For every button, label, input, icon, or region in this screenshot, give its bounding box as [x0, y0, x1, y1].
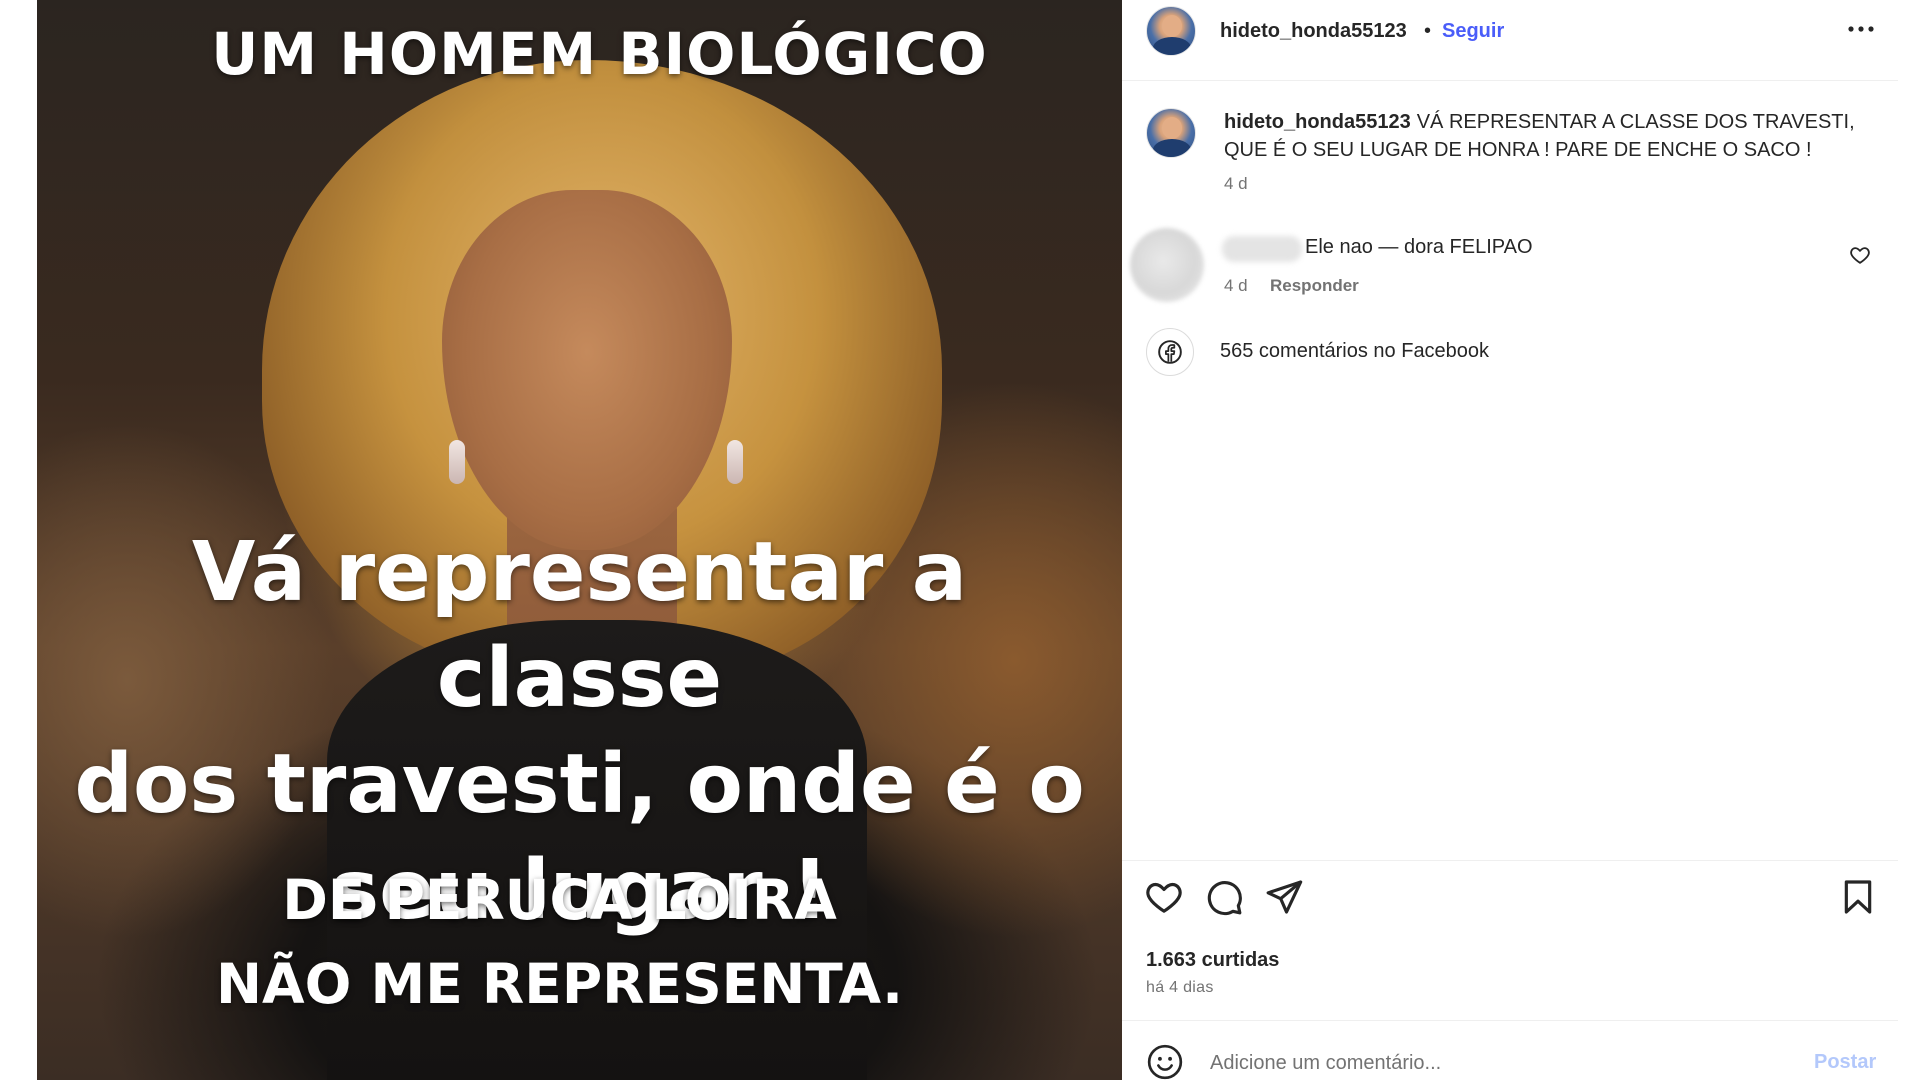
likes-count[interactable]: 1.663 curtidas: [1146, 949, 1279, 972]
facebook-comments-label[interactable]: 565 comentários no Facebook: [1220, 340, 1489, 363]
comment-bubble-icon[interactable]: [1204, 877, 1244, 917]
post-age[interactable]: há 4 dias: [1146, 979, 1214, 997]
image-overlay-mid-line: Vá representar a classe: [191, 525, 968, 726]
facebook-comments-row[interactable]: 565 comentários no Facebook: [1122, 328, 1898, 378]
image-overlay-top: UM HOMEM BIOLÓGICO: [211, 20, 988, 88]
separator-dot: •: [1424, 20, 1432, 42]
facebook-icon: [1146, 328, 1194, 376]
comment-item: Ele nao — dora FELIPAO 4 d Responder: [1122, 222, 1898, 302]
post-header: hideto_honda55123 • Seguir: [1122, 0, 1898, 81]
post-comment-button[interactable]: Postar: [1814, 1051, 1876, 1074]
author-username[interactable]: hideto_honda55123: [1220, 20, 1407, 43]
post-caption: hideto_honda55123 VÁ REPRESENTAR A CLASSE…: [1122, 100, 1898, 210]
comment-text: Ele nao — dora FELIPAO: [1305, 236, 1533, 258]
post-side-panel: hideto_honda55123 • Seguir hideto_honda5…: [1122, 0, 1898, 1083]
avatar-head: [1162, 15, 1182, 37]
caption-text: hideto_honda55123 VÁ REPRESENTAR A CLASSE…: [1224, 108, 1874, 164]
emoji-icon[interactable]: [1146, 1043, 1184, 1081]
image-overlay-bottom-line: DE PERUCA LOIRA: [282, 868, 837, 932]
page-right-margin: [1898, 0, 1920, 1080]
commenter-avatar-blurred[interactable]: [1130, 228, 1204, 302]
more-options-icon[interactable]: [1844, 12, 1878, 46]
save-bookmark-icon[interactable]: [1838, 877, 1878, 917]
caption-author-avatar[interactable]: [1146, 108, 1196, 158]
comment-like-heart-icon[interactable]: [1849, 244, 1875, 270]
image-earring: [449, 440, 465, 484]
like-heart-icon[interactable]: [1144, 877, 1184, 917]
image-earring: [727, 440, 743, 484]
caption-time[interactable]: 4 d: [1224, 174, 1248, 194]
reply-button[interactable]: Responder: [1270, 276, 1359, 296]
commenter-name-blurred[interactable]: [1222, 236, 1302, 262]
avatar-head: [1162, 117, 1182, 139]
caption-username[interactable]: hideto_honda55123: [1224, 111, 1411, 133]
post-actions: 1.663 curtidas há 4 dias: [1122, 860, 1898, 1020]
add-comment-bar: Postar: [1122, 1020, 1898, 1083]
image-overlay-bottom: DE PERUCA LOIRA NÃO ME REPRESENTA.: [37, 858, 1122, 1026]
author-avatar[interactable]: [1146, 6, 1196, 56]
avatar-body: [1153, 37, 1191, 55]
comment-time[interactable]: 4 d: [1224, 276, 1248, 296]
image-overlay-mid-line: dos travesti, onde é o: [74, 737, 1085, 832]
avatar-body: [1153, 139, 1191, 157]
follow-button[interactable]: Seguir: [1442, 20, 1504, 43]
image-overlay-bottom-line: NÃO ME REPRESENTA.: [215, 952, 904, 1016]
share-send-icon[interactable]: [1264, 877, 1304, 917]
comment-input[interactable]: [1208, 1043, 1768, 1083]
post-image[interactable]: UM HOMEM BIOLÓGICO Vá representar a clas…: [37, 0, 1122, 1080]
